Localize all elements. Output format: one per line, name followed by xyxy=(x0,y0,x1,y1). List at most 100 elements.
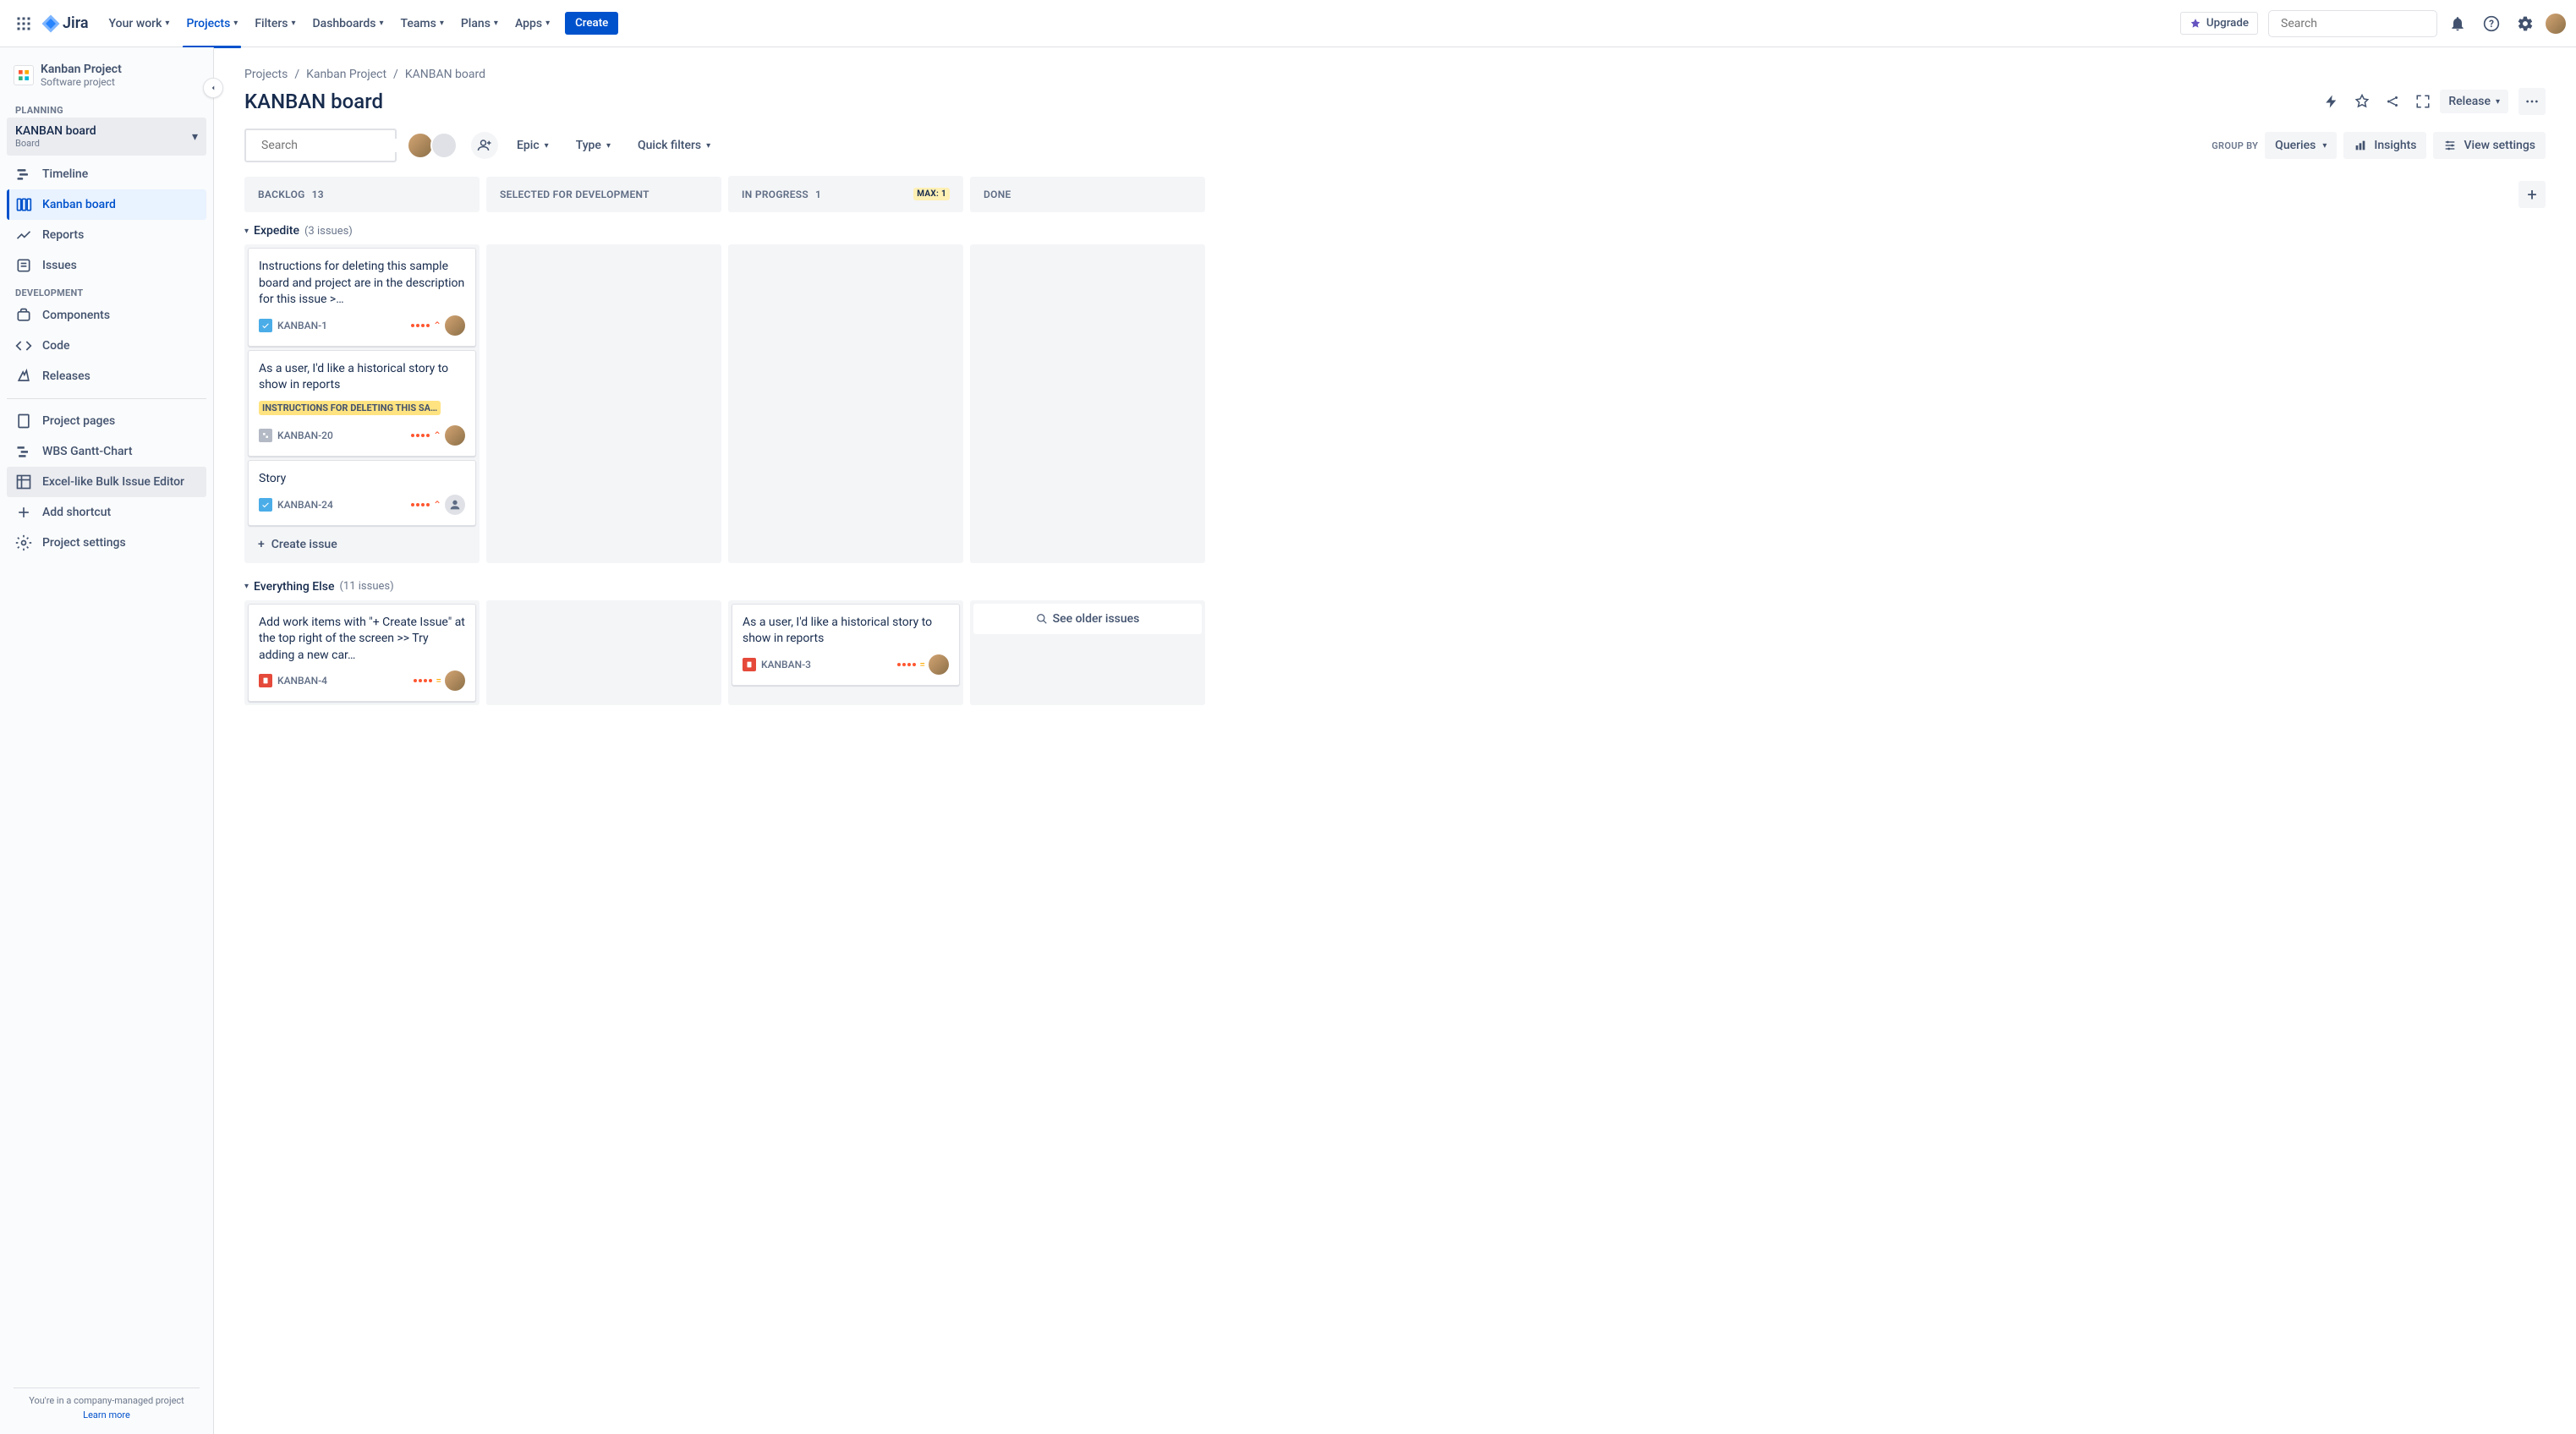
jira-logo[interactable]: Jira xyxy=(41,14,89,34)
view-settings-button[interactable]: View settings xyxy=(2433,132,2546,159)
card-title: Add work items with "+ Create Issue" at … xyxy=(259,615,465,665)
assignee-filter[interactable] xyxy=(407,132,458,159)
issues-icon xyxy=(15,257,32,274)
more-actions-button[interactable] xyxy=(2518,88,2546,115)
assignee-avatar[interactable] xyxy=(445,425,465,446)
lane-done[interactable] xyxy=(970,244,1205,563)
assignee-avatar[interactable] xyxy=(445,315,465,336)
help-button[interactable]: ? xyxy=(2478,10,2505,37)
automation-button[interactable] xyxy=(2318,88,2345,115)
sidebar-item-project-pages[interactable]: Project pages xyxy=(7,406,206,436)
board-search[interactable] xyxy=(244,129,397,162)
nav-your-work[interactable]: Your work▾ xyxy=(102,10,177,37)
assignee-avatar[interactable] xyxy=(929,654,949,675)
release-button[interactable]: Release ▾ xyxy=(2440,90,2508,113)
sidebar-collapse-button[interactable] xyxy=(203,78,223,98)
create-button[interactable]: Create xyxy=(565,12,618,35)
gear-icon xyxy=(2517,15,2534,32)
app-switcher-button[interactable] xyxy=(10,10,37,37)
sidebar-item-timeline[interactable]: Timeline xyxy=(7,159,206,189)
settings-button[interactable] xyxy=(2512,10,2539,37)
user-avatar[interactable] xyxy=(2546,14,2566,34)
column-header-selected[interactable]: SELECTED FOR DEVELOPMENT xyxy=(486,177,721,212)
nav-plans[interactable]: Plans▾ xyxy=(454,10,505,37)
lane-done[interactable]: See older issues xyxy=(970,600,1205,706)
gear-icon xyxy=(15,534,32,551)
nav-filters[interactable]: Filters▾ xyxy=(248,10,302,37)
star-button[interactable] xyxy=(2349,88,2376,115)
priority-highest-icon: ⌃ xyxy=(433,499,441,511)
lane-selected[interactable] xyxy=(486,600,721,706)
lane-inprogress[interactable]: As a user, I'd like a historical story t… xyxy=(728,600,963,706)
svg-text:?: ? xyxy=(2489,18,2494,30)
board-selector[interactable]: KANBAN board Board ▾ xyxy=(7,118,206,156)
sidebar-item-kanban-board[interactable]: Kanban board xyxy=(7,189,206,220)
swimlane-expedite-header[interactable]: ▾ Expedite (3 issues) xyxy=(244,221,2546,241)
priority-medium-icon: = xyxy=(919,659,925,670)
assignee-avatar-unassigned[interactable] xyxy=(445,495,465,515)
notifications-button[interactable] xyxy=(2444,10,2471,37)
card-title: Story xyxy=(259,471,465,488)
lane-backlog[interactable]: Add work items with "+ Create Issue" at … xyxy=(244,600,480,706)
assignee-avatar[interactable] xyxy=(445,670,465,691)
nav-teams[interactable]: Teams▾ xyxy=(394,10,451,37)
breadcrumb-link[interactable]: KANBAN board xyxy=(405,68,485,81)
insights-button[interactable]: Insights xyxy=(2343,132,2426,159)
create-issue-button[interactable]: + Create issue xyxy=(248,529,476,560)
pages-icon xyxy=(15,413,32,430)
sidebar-item-issues[interactable]: Issues xyxy=(7,250,206,281)
group-by-queries[interactable]: Queries▾ xyxy=(2265,132,2337,159)
filter-epic[interactable]: Epic▾ xyxy=(508,132,557,159)
add-people-button[interactable] xyxy=(471,132,498,159)
upgrade-button[interactable]: Upgrade xyxy=(2180,12,2258,35)
lane-inprogress[interactable] xyxy=(728,244,963,563)
global-search-input[interactable] xyxy=(2281,17,2431,30)
epic-badge[interactable]: INSTRUCTIONS FOR DELETING THIS SA… xyxy=(259,401,441,415)
sidebar-item-add-shortcut[interactable]: Add shortcut xyxy=(7,497,206,528)
avatar-unassigned[interactable] xyxy=(430,132,458,159)
nav-apps[interactable]: Apps▾ xyxy=(508,10,556,37)
column-header-backlog[interactable]: BACKLOG 13 xyxy=(244,177,480,212)
fullscreen-button[interactable] xyxy=(2409,88,2436,115)
column-header-inprogress[interactable]: IN PROGRESS 1 MAX: 1 xyxy=(728,176,963,212)
issue-card[interactable]: As a user, I'd like a historical story t… xyxy=(248,350,476,457)
sidebar-item-code[interactable]: Code xyxy=(7,331,206,361)
card-title: As a user, I'd like a historical story t… xyxy=(743,615,949,648)
add-column-button[interactable]: + xyxy=(2518,181,2546,208)
task-icon xyxy=(259,498,272,512)
lane-backlog[interactable]: Instructions for deleting this sample bo… xyxy=(244,244,480,563)
sidebar-item-bulk-editor[interactable]: Excel-like Bulk Issue Editor xyxy=(7,467,206,497)
breadcrumb-link[interactable]: Projects xyxy=(244,68,288,81)
issue-card[interactable]: Instructions for deleting this sample bo… xyxy=(248,248,476,347)
sidebar-item-releases[interactable]: Releases xyxy=(7,361,206,391)
filter-type[interactable]: Type▾ xyxy=(567,132,619,159)
sidebar-item-components[interactable]: Components xyxy=(7,300,206,331)
sidebar-item-project-settings[interactable]: Project settings xyxy=(7,528,206,558)
share-button[interactable] xyxy=(2379,88,2406,115)
sidebar-item-wbs-gantt[interactable]: WBS Gantt-Chart xyxy=(7,436,206,467)
board-search-input[interactable] xyxy=(261,139,412,152)
swimlane-everything-header[interactable]: ▾ Everything Else (11 issues) xyxy=(244,577,2546,597)
lane-selected[interactable] xyxy=(486,244,721,563)
issue-card[interactable]: Add work items with "+ Create Issue" at … xyxy=(248,604,476,703)
sidebar-item-reports[interactable]: Reports xyxy=(7,220,206,250)
learn-more-link[interactable]: Learn more xyxy=(14,1409,200,1420)
see-older-button[interactable]: See older issues xyxy=(973,604,1202,634)
gantt-icon xyxy=(15,443,32,460)
chevron-down-icon: ▾ xyxy=(291,19,295,28)
story-icon xyxy=(259,674,272,687)
filter-quick[interactable]: Quick filters▾ xyxy=(629,132,719,159)
sidebar: Kanban Project Software project PLANNING… xyxy=(0,47,214,1434)
issue-card[interactable]: Story KANBAN-24 ⌃ xyxy=(248,460,476,526)
project-header[interactable]: Kanban Project Software project xyxy=(7,63,206,98)
nav-dashboards[interactable]: Dashboards▾ xyxy=(306,10,391,37)
column-header-done[interactable]: DONE xyxy=(970,177,1205,212)
priority-indicator xyxy=(411,503,430,506)
global-search[interactable] xyxy=(2268,10,2437,37)
breadcrumb-link[interactable]: Kanban Project xyxy=(306,68,386,81)
priority-medium-icon: = xyxy=(436,675,441,687)
nav-projects[interactable]: Projects▾ xyxy=(179,10,244,37)
priority-indicator xyxy=(414,679,432,682)
issue-card[interactable]: As a user, I'd like a historical story t… xyxy=(732,604,960,686)
project-type: Software project xyxy=(41,76,122,88)
